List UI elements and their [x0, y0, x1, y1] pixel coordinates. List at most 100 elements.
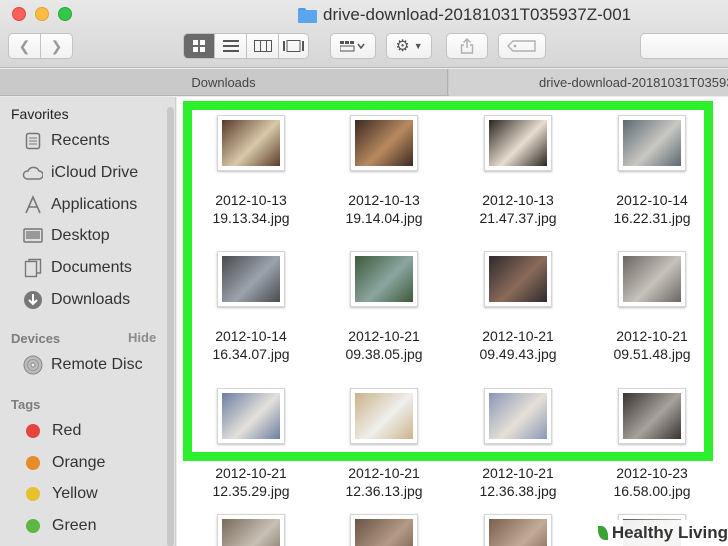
recents-icon [22, 131, 43, 152]
gear-icon: ⚙ [395, 38, 410, 55]
column-view-button[interactable] [247, 33, 279, 59]
file-name: 2012-10-21 09.38.05.jpg [329, 327, 439, 363]
arrange-grid-icon [340, 41, 365, 52]
sidebar-item-applications[interactable]: Applications [22, 193, 137, 217]
icon-view-icon [193, 40, 205, 52]
file-name-line2: 19.13.34.jpg [212, 210, 290, 226]
photo-thumbnail-image [222, 519, 280, 546]
sidebar-item-label: Recents [51, 132, 110, 149]
file-item[interactable] [463, 514, 573, 546]
file-name-line2: 16.22.31.jpg [613, 210, 691, 226]
sidebar-item-remote-disc[interactable]: Remote Disc [22, 353, 143, 377]
file-name: 2012-10-13 19.14.04.jpg [329, 191, 439, 227]
file-thumbnail [618, 251, 686, 307]
chevron-right-icon: ❯ [50, 37, 63, 54]
file-name-line2: 09.38.05.jpg [345, 346, 423, 362]
tab-bar: Downloads drive-download-20181031T035937… [0, 69, 728, 96]
file-name: 2012-10-13 19.13.34.jpg [196, 191, 306, 227]
file-item[interactable]: 2012-10-13 19.14.04.jpg [329, 115, 439, 227]
file-name-line2: 09.51.48.jpg [613, 346, 691, 362]
file-name-line2: 16.58.00.jpg [613, 483, 691, 499]
photo-thumbnail-image [623, 256, 681, 302]
file-item[interactable]: 2012-10-13 21.47.37.jpg [463, 115, 573, 227]
file-item[interactable]: 2012-10-21 12.36.13.jpg [329, 388, 439, 500]
file-item[interactable]: 2012-10-23 16.58.00.jpg [597, 388, 707, 500]
red-tag-icon [26, 424, 40, 438]
file-thumbnail [217, 514, 285, 546]
file-name: 2012-10-21 09.51.48.jpg [597, 327, 707, 363]
photo-thumbnail-image [222, 256, 280, 302]
icon-view-button[interactable] [183, 33, 215, 59]
file-item[interactable]: 2012-10-13 19.13.34.jpg [196, 115, 306, 227]
file-thumbnail [217, 251, 285, 307]
file-thumbnail [350, 115, 418, 171]
file-name-line1: 2012-10-21 [348, 465, 420, 481]
file-item[interactable]: 2012-10-21 12.35.29.jpg [196, 388, 306, 500]
edit-tags-button[interactable] [498, 33, 546, 59]
sidebar-item-recents[interactable]: Recents [22, 129, 110, 153]
sidebar-item-desktop[interactable]: Desktop [22, 224, 110, 248]
sidebar-tag-yellow[interactable]: Yellow [22, 482, 98, 506]
devices-hide-button[interactable]: Hide [128, 330, 156, 345]
file-item[interactable]: 2012-10-21 12.36.38.jpg [463, 388, 573, 500]
share-icon [460, 38, 474, 54]
forward-button[interactable]: ❯ [40, 33, 73, 59]
file-name: 2012-10-21 12.36.13.jpg [329, 464, 439, 500]
green-tag-icon [26, 519, 40, 533]
list-view-icon [222, 40, 239, 52]
file-item[interactable]: 2012-10-21 09.49.43.jpg [463, 251, 573, 363]
sidebar-tag-orange[interactable]: Orange [22, 451, 105, 475]
file-item[interactable] [196, 514, 306, 546]
file-name-line2: 12.35.29.jpg [212, 483, 290, 499]
file-name: 2012-10-14 16.22.31.jpg [597, 191, 707, 227]
sidebar-item-label: Orange [52, 454, 106, 471]
sidebar-item-label: Green [52, 517, 97, 534]
file-name-line2: 09.49.43.jpg [479, 346, 557, 362]
file-name-line1: 2012-10-14 [215, 328, 287, 344]
tag-icon [507, 40, 536, 52]
sidebar-tag-red[interactable]: Red [22, 419, 81, 443]
minimize-window-button[interactable] [35, 7, 49, 21]
favorites-header: Favorites [11, 106, 69, 122]
action-menu-button[interactable]: ⚙ ▼ [386, 33, 432, 59]
file-item[interactable]: 2012-10-14 16.34.07.jpg [196, 251, 306, 363]
file-name-line2: 12.36.38.jpg [479, 483, 557, 499]
file-name-line1: 2012-10-21 [616, 328, 688, 344]
tab-drive-download[interactable]: drive-download-20181031T035937Z-001 [449, 69, 728, 96]
file-item[interactable]: 2012-10-21 09.38.05.jpg [329, 251, 439, 363]
photo-thumbnail-image [623, 120, 681, 166]
coverflow-view-icon [282, 40, 304, 52]
sidebar-item-documents[interactable]: Documents [22, 256, 132, 280]
search-field[interactable] [640, 33, 728, 59]
file-name: 2012-10-21 09.49.43.jpg [463, 327, 573, 363]
photo-thumbnail-image [222, 120, 280, 166]
view-mode-selector [183, 33, 309, 59]
back-button[interactable]: ❮ [8, 33, 41, 59]
photo-thumbnail-image [489, 256, 547, 302]
file-item[interactable]: 2012-10-21 09.51.48.jpg [597, 251, 707, 363]
file-item[interactable]: 2012-10-14 16.22.31.jpg [597, 115, 707, 227]
arrange-button[interactable] [330, 33, 376, 59]
sidebar-item-label: iCloud Drive [51, 164, 139, 181]
zoom-window-button[interactable] [58, 7, 72, 21]
photo-thumbnail-image [355, 120, 413, 166]
sidebar-item-label: Remote Disc [51, 356, 143, 373]
sidebar-item-icloud-drive[interactable]: iCloud Drive [22, 161, 138, 185]
file-name: 2012-10-23 16.58.00.jpg [597, 464, 707, 500]
share-button[interactable] [446, 33, 488, 59]
tab-downloads[interactable]: Downloads [0, 69, 448, 96]
file-name-line1: 2012-10-13 [482, 192, 554, 208]
sidebar-scrollbar[interactable] [167, 107, 174, 546]
list-view-button[interactable] [215, 33, 247, 59]
coverflow-view-button[interactable] [279, 33, 309, 59]
devices-header: Devices [11, 331, 61, 346]
sidebar-item-label: Yellow [52, 485, 98, 502]
sidebar-tag-green[interactable]: Green [22, 514, 96, 538]
file-name-line2: 16.34.07.jpg [212, 346, 290, 362]
sidebar-item-downloads[interactable]: Downloads [22, 288, 130, 312]
chevron-down-icon: ▼ [413, 41, 423, 51]
file-thumbnail [217, 388, 285, 444]
documents-icon [22, 258, 43, 279]
close-window-button[interactable] [12, 7, 26, 21]
file-item[interactable] [329, 514, 439, 546]
